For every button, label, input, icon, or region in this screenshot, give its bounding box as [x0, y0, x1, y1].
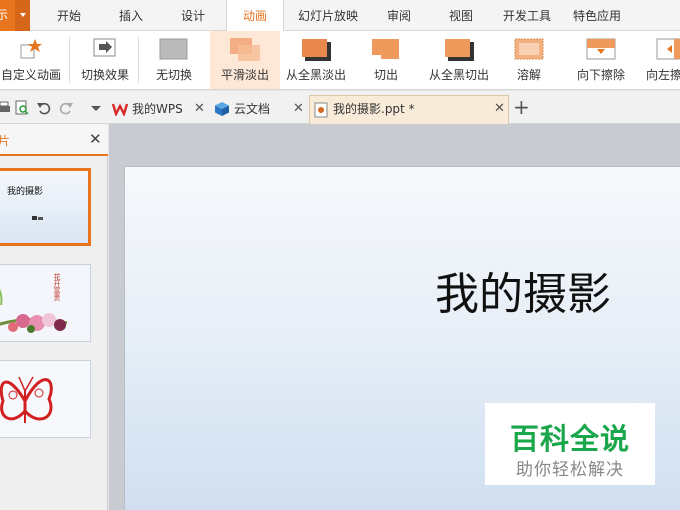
- transition-fade-icon: [230, 38, 260, 61]
- transition-wipe-down-icon: [586, 38, 616, 60]
- doc-tab-my-photography[interactable]: 我的摄影.ppt * ✕: [309, 95, 509, 124]
- flower-photo-image: [0, 265, 90, 341]
- transition-cut[interactable]: 切出: [356, 31, 416, 89]
- thumbnail-title: 我的摄影: [7, 187, 44, 197]
- doc-tab-label: 我的WPS: [132, 102, 183, 116]
- slide-thumbnail-1[interactable]: 我的摄影: [0, 168, 91, 246]
- tab-home[interactable]: 开始: [44, 0, 94, 31]
- slides-panel-header: 片 ✕: [0, 124, 108, 156]
- transition-cut-icon: [372, 39, 399, 59]
- transition-effect-icon: [93, 38, 116, 57]
- doc-tab-cloud[interactable]: 云文档 ✕: [212, 96, 308, 124]
- chevron-down-icon[interactable]: [88, 100, 104, 116]
- document-tab-bar: 我的WPS ✕ 云文档 ✕ 我的摄影.ppt * ✕ +: [0, 91, 680, 124]
- slides-panel: 片 ✕ 我的摄影 花开富贵: [0, 124, 108, 510]
- transition-wipe-down-label: 向下擦除: [576, 68, 625, 82]
- print-preview-icon[interactable]: [14, 100, 30, 116]
- transition-dissolve-icon: [514, 38, 544, 60]
- transition-cut-from-black-label: 从全黑切出: [428, 68, 489, 82]
- tab-slideshow[interactable]: 幻灯片放映: [290, 0, 366, 31]
- tab-features[interactable]: 特色应用: [566, 0, 628, 31]
- butterfly-papercut-image: [0, 361, 90, 437]
- transition-dissolve-label: 溶解: [516, 68, 541, 82]
- transition-wipe-down[interactable]: 向下擦除: [568, 31, 634, 89]
- transition-cut-label: 切出: [373, 68, 398, 82]
- tab-animation[interactable]: 动画: [226, 0, 284, 32]
- tab-view[interactable]: 视图: [436, 0, 486, 31]
- transition-effect-label: 切换效果: [80, 68, 129, 82]
- thumbnail-caption: 花开富贵: [53, 273, 61, 301]
- tab-design[interactable]: 设计: [168, 0, 218, 31]
- close-icon[interactable]: ✕: [89, 130, 102, 148]
- slide-title[interactable]: 我的摄影: [435, 258, 611, 322]
- transition-fade-from-black[interactable]: 从全黑淡出: [282, 31, 350, 89]
- undo-icon[interactable]: [36, 100, 52, 116]
- new-tab-plus-icon[interactable]: +: [513, 96, 530, 118]
- transition-wipe-left[interactable]: 向左擦: [642, 31, 680, 89]
- transition-none-icon: [159, 38, 188, 60]
- slide-thumbnail-3[interactable]: [0, 360, 91, 438]
- star-animation-icon: [20, 39, 42, 59]
- doc-tab-my-wps[interactable]: 我的WPS ✕: [110, 96, 208, 124]
- wps-logo-icon: [112, 103, 128, 116]
- cloud-cube-icon: [215, 102, 229, 116]
- doc-tab-label: 云文档: [234, 102, 271, 116]
- transition-wipe-left-label: 向左擦: [646, 68, 680, 82]
- slide-thumbnail-2[interactable]: 花开富贵: [0, 264, 91, 342]
- thumbnail-subtitle-mark: [32, 216, 43, 220]
- transition-smooth-fade-label: 平滑淡出: [220, 68, 269, 82]
- transition-fade-black-icon: [302, 39, 331, 61]
- transition-cut-from-black[interactable]: 从全黑切出: [424, 31, 494, 89]
- transition-wipe-left-icon: [656, 38, 680, 60]
- ribbon-divider: [69, 37, 70, 83]
- close-icon[interactable]: ✕: [194, 96, 205, 122]
- app-menu-label: 示: [0, 8, 9, 22]
- watermark-badge: 百科全说 助你轻松解决: [485, 403, 655, 485]
- tab-developer[interactable]: 开发工具: [496, 0, 558, 31]
- redo-icon[interactable]: [58, 100, 74, 116]
- transition-none-label: 无切换: [155, 68, 192, 82]
- custom-animation-label: 自定义动画: [0, 68, 61, 82]
- transition-fade-from-black-label: 从全黑淡出: [285, 68, 346, 82]
- custom-animation-button[interactable]: 自定义动画: [0, 31, 62, 89]
- watermark-subtitle: 助你轻松解决: [516, 460, 624, 480]
- close-icon[interactable]: ✕: [494, 96, 505, 122]
- tab-review[interactable]: 审阅: [374, 0, 424, 31]
- slides-panel-title: 片: [0, 134, 11, 148]
- menu-bar: 示 开始 插入 设计 动画 幻灯片放映 审阅 视图 开发工具 特色应用: [0, 0, 680, 32]
- transition-smooth-fade[interactable]: 平滑淡出: [210, 31, 280, 89]
- ppt-file-icon: [314, 102, 328, 118]
- ribbon: 自定义动画 切换效果 无切换 平滑淡出 从全黑淡出 切出 从全黑切出 溶解 向下…: [0, 31, 680, 90]
- print-icon[interactable]: [0, 100, 12, 116]
- transition-dissolve[interactable]: 溶解: [500, 31, 558, 89]
- watermark-title: 百科全说: [509, 422, 630, 456]
- transition-none[interactable]: 无切换: [144, 31, 204, 89]
- ribbon-divider: [138, 37, 139, 83]
- app-menu-dropdown-icon[interactable]: [15, 0, 30, 31]
- tab-insert[interactable]: 插入: [106, 0, 156, 31]
- close-icon[interactable]: ✕: [293, 96, 304, 122]
- doc-tab-label: 我的摄影.ppt *: [333, 102, 415, 116]
- transition-effect-button[interactable]: 切换效果: [76, 31, 134, 89]
- transition-cut-black-icon: [445, 39, 474, 61]
